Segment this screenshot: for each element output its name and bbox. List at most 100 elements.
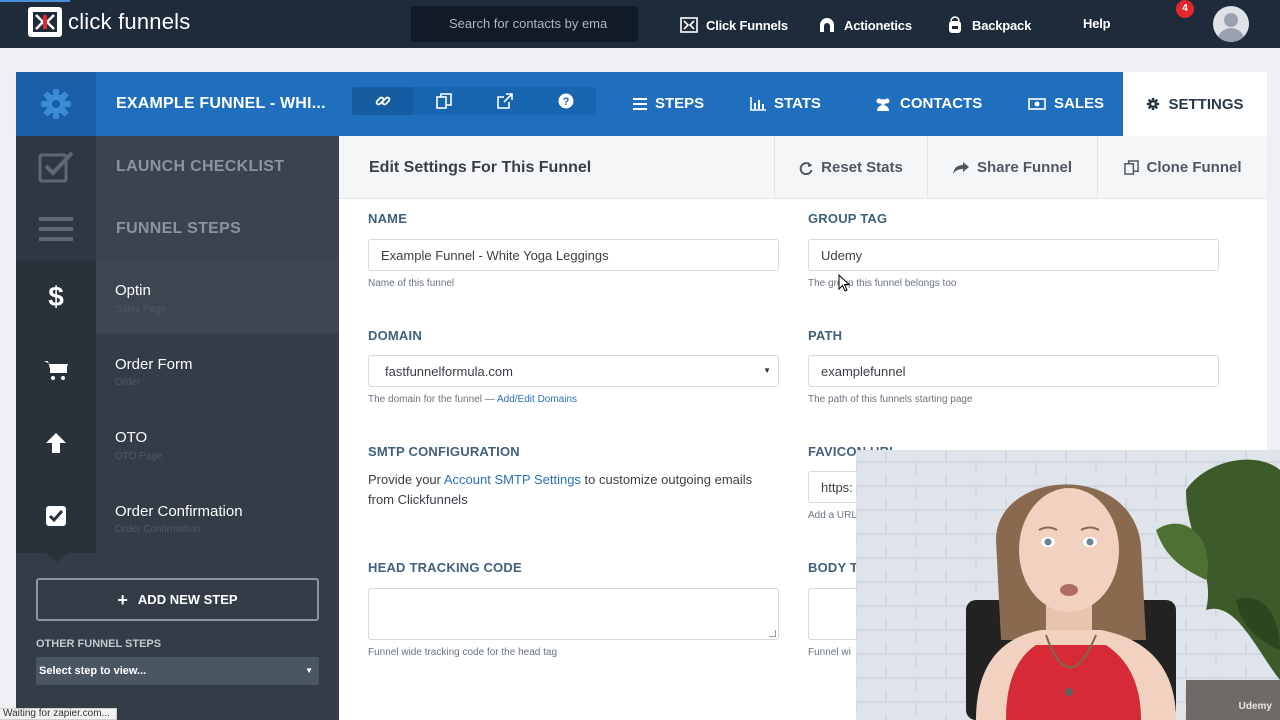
add-edit-domains-link[interactable]: Add/Edit Domains (497, 394, 577, 405)
group-tag-input[interactable]: Udemy (808, 239, 1219, 271)
tab-sales-label: SALES (1054, 95, 1105, 112)
brand-logo[interactable]: click funnels (28, 7, 190, 37)
share-funnel-button[interactable]: Share Funnel (927, 136, 1097, 199)
sidebar-label-cell: FUNNEL STEPS (96, 198, 339, 260)
link-button[interactable] (352, 87, 413, 115)
sidebar-item-funnel-steps[interactable]: FUNNEL STEPS (16, 198, 339, 260)
funnel-settings-gear[interactable] (16, 72, 96, 136)
sidebar-icon-cell (16, 198, 96, 260)
open-external-button[interactable] (474, 87, 535, 115)
settings-header: Edit Settings For This Funnel Reset Stat… (339, 136, 1267, 199)
resize-handle-icon[interactable] (769, 630, 776, 637)
notification-badge[interactable]: 4 (1176, 0, 1194, 18)
search-input[interactable]: Search for contacts by ema (411, 6, 638, 42)
nav-backpack[interactable]: Backpack (946, 16, 1031, 34)
funnel-step-order-confirmation[interactable]: Order Confirmation Order Confirmation (16, 479, 339, 562)
clone-funnel-button[interactable]: Clone Funnel (1097, 136, 1267, 199)
tab-steps-label: STEPS (655, 95, 705, 112)
group-tag-help: The group this funnel belongs too (808, 278, 957, 289)
domain-help-text: The domain for the funnel — (368, 394, 495, 405)
favicon-help: Add a URL (808, 510, 857, 521)
mouse-cursor-icon (838, 274, 850, 292)
share-icon (952, 161, 969, 174)
reset-stats-label: Reset Stats (821, 159, 903, 176)
sidebar-item-launch-checklist[interactable]: LAUNCH CHECKLIST (16, 136, 339, 198)
chevron-down-icon: ▼ (305, 666, 313, 675)
help-button[interactable]: ? (535, 87, 596, 115)
nav-help-label: Help (1083, 16, 1111, 31)
nav-backpack-label: Backpack (972, 17, 1032, 33)
clone-funnel-label: Clone Funnel (1146, 159, 1242, 176)
step-subtitle: Order (115, 377, 141, 388)
instructor-video-image (856, 450, 1280, 720)
domain-value: fastfunnelformula.com (385, 364, 513, 379)
path-label: PATH (808, 328, 843, 343)
step-title: Order Confirmation (115, 503, 243, 520)
path-value: examplefunnel (821, 364, 906, 379)
reset-stats-button[interactable]: Reset Stats (774, 136, 927, 199)
body-tracking-help: Funnel wi (808, 647, 851, 658)
funnel-step-oto[interactable]: OTO OTO Page (16, 406, 339, 488)
add-new-step-button[interactable]: + ADD NEW STEP (36, 578, 319, 621)
favicon-url-value: https: (821, 480, 853, 495)
path-help: The path of this funnels starting page (808, 394, 973, 405)
instructor-webcam: Udemy (856, 450, 1280, 720)
nav-actionetics-label: Actionetics (844, 17, 912, 33)
tab-stats-label: STATS (774, 95, 821, 112)
path-input[interactable]: examplefunnel (808, 355, 1219, 387)
step-subtitle: Order Confirmation (115, 524, 201, 535)
step-subtitle: Sales Page (115, 304, 167, 315)
step-body: Order Confirmation Order Confirmation (96, 479, 339, 553)
select-placeholder: Select step to view... (39, 665, 147, 677)
funnel-name-input[interactable]: Example Funnel - White Yoga Leggings (368, 239, 779, 271)
step-body: OTO OTO Page (96, 406, 339, 479)
step-title: Order Form (115, 356, 193, 373)
svg-text:?: ? (562, 96, 569, 108)
cart-icon (44, 360, 68, 380)
step-icon-cell (16, 406, 96, 479)
sidebar-label-cell: LAUNCH CHECKLIST (96, 136, 339, 198)
clickfunnels-logo-icon (28, 7, 62, 37)
chevron-down-icon: ▼ (763, 366, 771, 375)
sidebar-label-funnel-steps: FUNNEL STEPS (116, 220, 242, 237)
nav-actionetics[interactable]: Actionetics (818, 16, 912, 34)
copy-icon (1123, 160, 1139, 175)
funnel-title: EXAMPLE FUNNEL - WHI... (116, 95, 326, 112)
avatar[interactable] (1213, 6, 1249, 42)
tab-settings-label: SETTINGS (1168, 95, 1244, 113)
search-placeholder: Search for contacts by ema (449, 16, 608, 31)
nav-clickfunnels[interactable]: Click Funnels (680, 16, 788, 34)
domain-select[interactable]: fastfunnelformula.com ▼ (368, 355, 779, 387)
tab-contacts[interactable]: CONTACTS (874, 95, 982, 112)
smtp-label: SMTP CONFIGURATION (368, 444, 520, 459)
sidebar-icon-cell (16, 136, 96, 198)
tab-settings[interactable]: SETTINGS (1123, 72, 1267, 136)
step-subtitle: OTO Page (115, 451, 163, 462)
other-steps-select[interactable]: Select step to view... ▼ (36, 657, 319, 685)
clickfunnels-icon (680, 17, 698, 33)
gear-icon (1147, 97, 1160, 111)
funnel-step-optin[interactable]: $ Optin Sales Page (16, 260, 339, 342)
list-icon (633, 97, 647, 110)
domain-label: DOMAIN (368, 328, 422, 343)
nav-clickfunnels-label: Click Funnels (706, 17, 788, 33)
step-connector (46, 406, 68, 415)
tab-sales[interactable]: SALES (1028, 95, 1104, 112)
step-connector (46, 553, 68, 562)
link-icon (375, 96, 390, 106)
account-smtp-settings-link[interactable]: Account SMTP Settings (444, 472, 581, 487)
head-tracking-textarea[interactable] (368, 588, 779, 640)
nav-help[interactable]: Help (1083, 16, 1111, 31)
top-navbar: click funnels Search for contacts by ema… (0, 0, 1280, 48)
funnel-name-value: Example Funnel - White Yoga Leggings (381, 248, 609, 263)
actionetics-icon (820, 18, 834, 32)
tab-contacts-label: CONTACTS (900, 95, 983, 112)
bar-chart-icon (750, 96, 766, 111)
page-title: Edit Settings For This Funnel (369, 159, 592, 176)
copy-funnel-button[interactable] (413, 87, 474, 115)
name-label: NAME (368, 211, 408, 226)
funnel-step-order-form[interactable]: Order Form Order (16, 333, 339, 415)
smtp-text-before: Provide your (368, 472, 444, 487)
tab-steps[interactable]: STEPS (633, 95, 704, 112)
tab-stats[interactable]: STATS (750, 95, 821, 112)
